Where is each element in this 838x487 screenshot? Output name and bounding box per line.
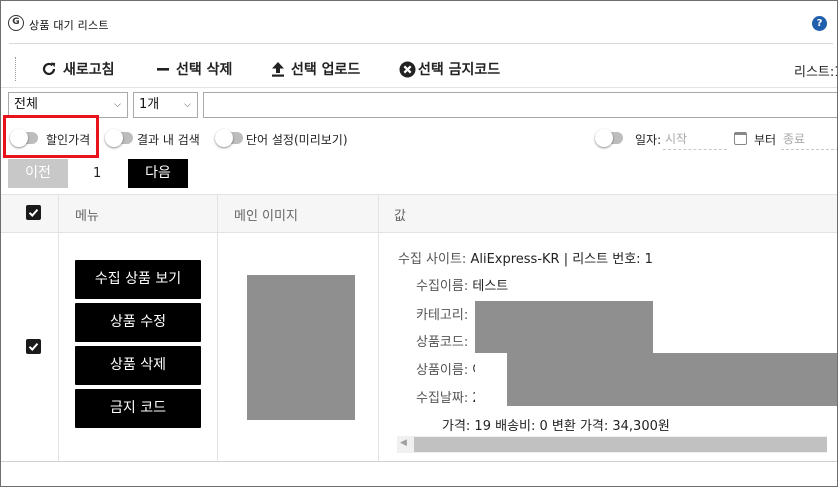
end-date-input[interactable]: 종료 (781, 130, 837, 150)
column-header-menu: 메뉴 (75, 209, 99, 224)
refresh-icon (42, 62, 56, 76)
toggle-knob (595, 129, 613, 147)
search-input[interactable] (203, 92, 837, 118)
select-all-checkbox[interactable] (26, 205, 41, 220)
app-logo-icon: G (8, 15, 24, 31)
collected-site-row: 수집 사이트: AliExpress-KR | 리스트 번호: 1 (398, 248, 653, 267)
product-name-label: 상품이름: (416, 363, 469, 378)
toggle-knob (105, 129, 123, 147)
column-header-main-image: 메인 이미지 (234, 209, 298, 224)
date-from-label: 부터 (754, 133, 777, 147)
chevron-down-icon: ⌵ (184, 100, 191, 110)
product-code-label: 상품코드: (416, 335, 469, 350)
upload-selected-button[interactable]: 선택 업로드 (271, 57, 360, 81)
horizontal-scrollbar[interactable]: ◀ (397, 436, 827, 453)
column-divider (58, 194, 59, 461)
category-label: 카테고리: (416, 308, 469, 323)
column-header-values: 값 (394, 209, 406, 224)
app-window: G 상품 대기 리스트 ? 새로고침 선택 삭제 선택 업로드 선택 금지코드 … (0, 0, 838, 487)
collected-name-value: 테스트 (472, 279, 509, 294)
check-icon (28, 342, 39, 351)
help-icon[interactable]: ? (812, 16, 827, 31)
collected-site-value: AliExpress-KR | 리스트 번호: 1 (470, 252, 653, 267)
ban-code-label: 선택 금지코드 (418, 62, 501, 78)
row-checkbox[interactable] (26, 339, 41, 354)
count-select-value: 1개 (139, 97, 160, 112)
delete-product-button[interactable]: 상품 삭제 (75, 346, 201, 385)
redacted-block (475, 353, 837, 406)
collected-site-label: 수집 사이트: (398, 252, 467, 267)
search-within-toggle[interactable] (105, 129, 133, 147)
view-collected-product-button[interactable]: 수집 상품 보기 (75, 260, 201, 299)
column-divider (378, 194, 379, 461)
ban-code-button[interactable]: 선택 금지코드 (399, 57, 500, 81)
close-circle-icon (399, 61, 416, 77)
list-count: 리스트:1 (794, 65, 838, 80)
price-row: 가격: 19 배송비: 0 변환 가격: 34,300원 (442, 419, 670, 434)
upload-selected-label: 선택 업로드 (291, 62, 361, 78)
table-header (1, 194, 837, 233)
title-divider (9, 43, 833, 44)
refresh-button[interactable]: 새로고침 (41, 57, 115, 81)
start-date-input[interactable]: 시작 (663, 130, 727, 150)
scrollbar-thumb[interactable] (414, 437, 827, 452)
redaction-gap (475, 379, 507, 406)
category-row: 카테고리: (416, 304, 468, 323)
column-divider (217, 194, 218, 461)
window-title: 상품 대기 리스트 (29, 19, 109, 32)
prev-page-button[interactable]: 이전 (8, 159, 68, 188)
word-settings-toggle[interactable] (215, 129, 243, 147)
upload-icon (272, 62, 284, 77)
refresh-label: 새로고침 (63, 62, 115, 78)
redacted-block (475, 301, 653, 353)
highlight-box (3, 115, 99, 158)
redaction-gap (475, 353, 507, 379)
chevron-down-icon: ⌵ (114, 100, 121, 110)
product-code-row: 상품코드: (416, 331, 468, 350)
row-divider (1, 461, 837, 462)
check-icon (28, 208, 39, 217)
collected-name-label: 수집이름: (416, 279, 469, 294)
scroll-left-icon[interactable]: ◀ (400, 438, 407, 448)
search-within-label: 결과 내 검색 (137, 133, 200, 147)
delete-selected-button[interactable]: 선택 삭제 (156, 57, 232, 81)
toggle-knob (215, 129, 233, 147)
count-select[interactable]: 1개 ⌵ (133, 92, 198, 118)
next-page-button[interactable]: 다음 (128, 159, 188, 188)
scope-select-value: 전체 (14, 97, 38, 112)
word-settings-label: 단어 설정(미리보기) (246, 133, 348, 147)
collected-name-row: 수집이름: 테스트 (416, 275, 508, 294)
collected-date-label: 수집날짜: (416, 391, 469, 406)
date-filter-label: 일자: (635, 133, 662, 147)
date-filter-toggle[interactable] (595, 129, 623, 147)
edit-product-button[interactable]: 상품 수정 (75, 303, 201, 342)
calendar-icon[interactable] (734, 132, 747, 145)
delete-selected-label: 선택 삭제 (176, 62, 233, 78)
toolbar-divider (1, 87, 837, 88)
toolbar-grip (15, 57, 16, 81)
minus-icon (157, 68, 169, 71)
product-main-image (247, 275, 355, 420)
ban-code-row-button[interactable]: 금지 코드 (75, 389, 201, 428)
page-number: 1 (93, 166, 102, 181)
